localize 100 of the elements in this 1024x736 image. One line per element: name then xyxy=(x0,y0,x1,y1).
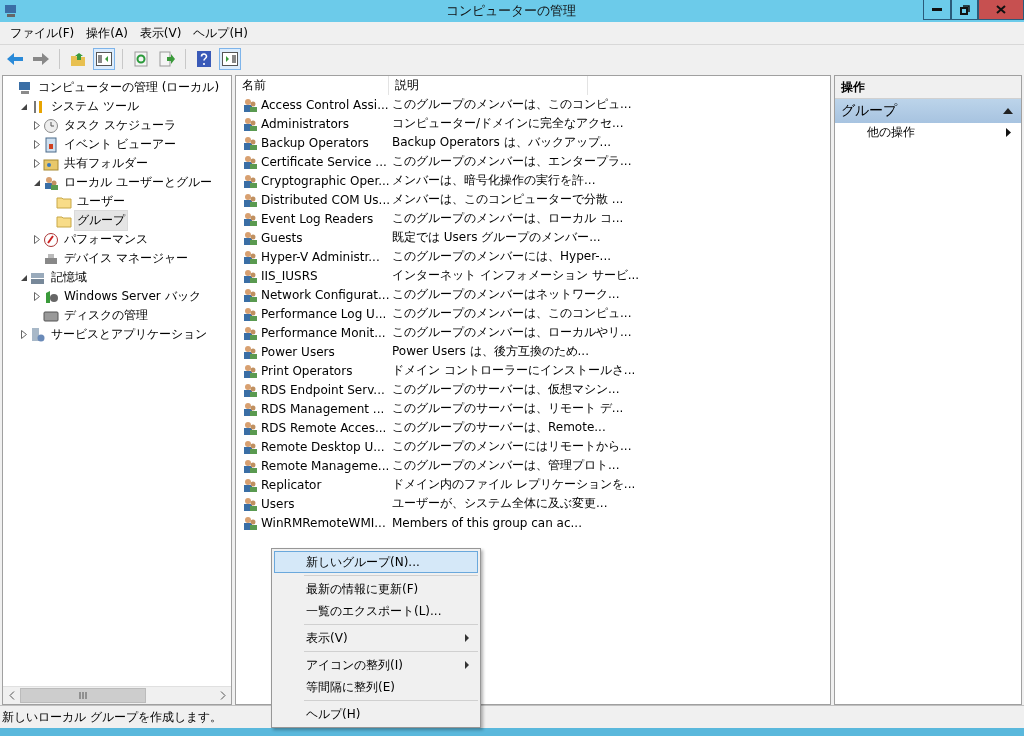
group-description: このグループのメンバーは、エンタープラ... xyxy=(392,153,632,170)
group-description: このグループのメンバーはネットワーク... xyxy=(392,286,620,303)
computer-icon xyxy=(17,79,33,96)
group-name[interactable]: Print Operators xyxy=(261,363,353,378)
group-name[interactable]: Administrators xyxy=(261,116,350,131)
tree-item[interactable]: デバイス マネージャー xyxy=(61,248,191,269)
group-description: このグループのメンバーには、Hyper-... xyxy=(392,248,612,265)
toolbar-button[interactable] xyxy=(93,48,115,70)
group-name[interactable]: Hyper-V Administr... xyxy=(261,249,380,264)
collapsed-caret-icon[interactable] xyxy=(21,330,27,339)
tree-item[interactable]: 共有フォルダー xyxy=(61,153,151,174)
group-icon xyxy=(242,324,258,341)
tree-item[interactable]: 記憶域 xyxy=(48,267,90,288)
context-menu-item[interactable]: アイコンの整列(I) xyxy=(274,654,478,676)
collapsed-caret-icon[interactable] xyxy=(34,235,40,244)
close-icon xyxy=(996,5,1006,14)
group-icon xyxy=(242,267,258,284)
group-icon xyxy=(242,343,258,360)
panel-left-icon xyxy=(96,52,112,66)
tree-item[interactable]: グループ xyxy=(74,210,128,231)
collapsed-caret-icon[interactable] xyxy=(34,140,40,149)
tree-item[interactable]: ディスクの管理 xyxy=(61,305,151,326)
group-name[interactable]: IIS_IUSRS xyxy=(261,268,318,283)
group-icon xyxy=(242,419,258,436)
column-header[interactable]: 説明 xyxy=(389,76,588,95)
context-menu-item[interactable]: 新しいグループ(N)... xyxy=(274,551,478,573)
tree-item[interactable]: システム ツール xyxy=(48,96,142,117)
group-description: ドメイン内のファイル レプリケーションを... xyxy=(392,476,636,493)
grip-icon xyxy=(79,692,87,699)
group-name[interactable]: Access Control Assi... xyxy=(261,97,389,112)
menu-item[interactable]: ヘルプ(H) xyxy=(187,24,254,42)
group-name[interactable]: RDS Management ... xyxy=(261,401,385,416)
expanded-caret-icon[interactable] xyxy=(20,273,28,282)
toolbar-button[interactable] xyxy=(156,48,178,70)
group-description: ドメイン コントローラーにインストールさ... xyxy=(392,362,636,379)
expanded-caret-icon[interactable] xyxy=(20,102,28,111)
group-name[interactable]: Network Configurat... xyxy=(261,287,390,302)
group-name[interactable]: Guests xyxy=(261,230,303,245)
group-name[interactable]: Certificate Service ... xyxy=(261,154,387,169)
collapse-caret-icon[interactable] xyxy=(1003,108,1013,114)
menu-item[interactable]: 操作(A) xyxy=(80,24,134,42)
group-icon xyxy=(242,457,258,474)
group-icon xyxy=(242,210,258,227)
scroll-thumb[interactable] xyxy=(20,688,146,703)
group-name[interactable]: Replicator xyxy=(261,477,322,492)
close-button[interactable] xyxy=(978,0,1024,20)
context-menu-item[interactable]: 表示(V) xyxy=(274,627,478,649)
group-name[interactable]: RDS Remote Acces... xyxy=(261,420,387,435)
tree-item[interactable]: サービスとアプリケーション xyxy=(48,324,210,344)
tree-item[interactable]: タスク スケジューラ xyxy=(61,115,179,136)
group-description: メンバーは、暗号化操作の実行を許... xyxy=(392,172,596,189)
tree-item[interactable]: ユーザー xyxy=(74,191,128,212)
menu-item[interactable]: 表示(V) xyxy=(133,24,188,42)
actions-section[interactable]: グループ xyxy=(835,99,1021,123)
group-icon xyxy=(242,134,258,151)
restore-button[interactable] xyxy=(951,0,978,20)
action-link[interactable]: 他の操作 xyxy=(867,124,915,141)
group-icon xyxy=(242,476,258,493)
group-icon xyxy=(242,305,258,322)
group-description: このグループのメンバーは、管理プロト... xyxy=(392,457,620,474)
column-header[interactable]: 名前 xyxy=(236,76,389,95)
group-name[interactable]: Remote Manageme... xyxy=(261,458,390,473)
group-name[interactable]: Users xyxy=(261,496,295,511)
expanded-caret-icon[interactable] xyxy=(33,178,41,187)
actions-header: 操作 xyxy=(835,76,1021,99)
group-name[interactable]: Cryptographic Oper... xyxy=(261,173,390,188)
group-name[interactable]: Remote Desktop U... xyxy=(261,439,385,454)
horizontal-scrollbar[interactable] xyxy=(3,686,231,704)
group-description: Backup Operators は、バックアップ... xyxy=(392,134,612,151)
group-name[interactable]: Performance Monit... xyxy=(261,325,386,340)
group-name[interactable]: Performance Log U... xyxy=(261,306,387,321)
context-menu-item[interactable]: 一覧のエクスポート(L)... xyxy=(274,600,478,622)
computer-icon xyxy=(3,3,19,19)
context-menu-item[interactable]: 最新の情報に更新(F) xyxy=(274,578,478,600)
tree-item[interactable]: コンピューターの管理 (ローカル) xyxy=(35,77,223,98)
tree-item[interactable]: ローカル ユーザーとグルー xyxy=(61,172,215,193)
collapsed-caret-icon[interactable] xyxy=(34,292,40,301)
group-icon xyxy=(242,400,258,417)
context-menu-item[interactable]: 等間隔に整列(E) xyxy=(274,676,478,698)
group-icon xyxy=(242,229,258,246)
toolbar-button[interactable] xyxy=(219,48,241,70)
services-icon xyxy=(30,326,46,343)
group-icon xyxy=(242,153,258,170)
group-name[interactable]: RDS Endpoint Serv... xyxy=(261,382,385,397)
minimize-button[interactable] xyxy=(923,0,951,20)
collapsed-caret-icon[interactable] xyxy=(34,159,40,168)
tree-item[interactable]: Windows Server バック xyxy=(61,286,204,307)
group-name[interactable]: Power Users xyxy=(261,344,335,359)
group-name[interactable]: WinRMRemoteWMI... xyxy=(261,515,386,530)
group-name[interactable]: Distributed COM Us... xyxy=(261,192,390,207)
tree-item[interactable]: パフォーマンス xyxy=(61,229,151,250)
group-name[interactable]: Event Log Readers xyxy=(261,211,374,226)
group-description: インターネット インフォメーション サービ... xyxy=(392,267,640,284)
group-description: ユーザーが、システム全体に及ぶ変更... xyxy=(392,495,608,512)
menu-item[interactable]: ファイル(F) xyxy=(4,24,81,42)
tree-item[interactable]: イベント ビューアー xyxy=(61,134,179,155)
collapsed-caret-icon[interactable] xyxy=(34,121,40,130)
context-menu-item[interactable]: ヘルプ(H) xyxy=(274,703,478,725)
group-description: このグループのメンバーは、ローカルやリ... xyxy=(392,324,632,341)
group-name[interactable]: Backup Operators xyxy=(261,135,369,150)
